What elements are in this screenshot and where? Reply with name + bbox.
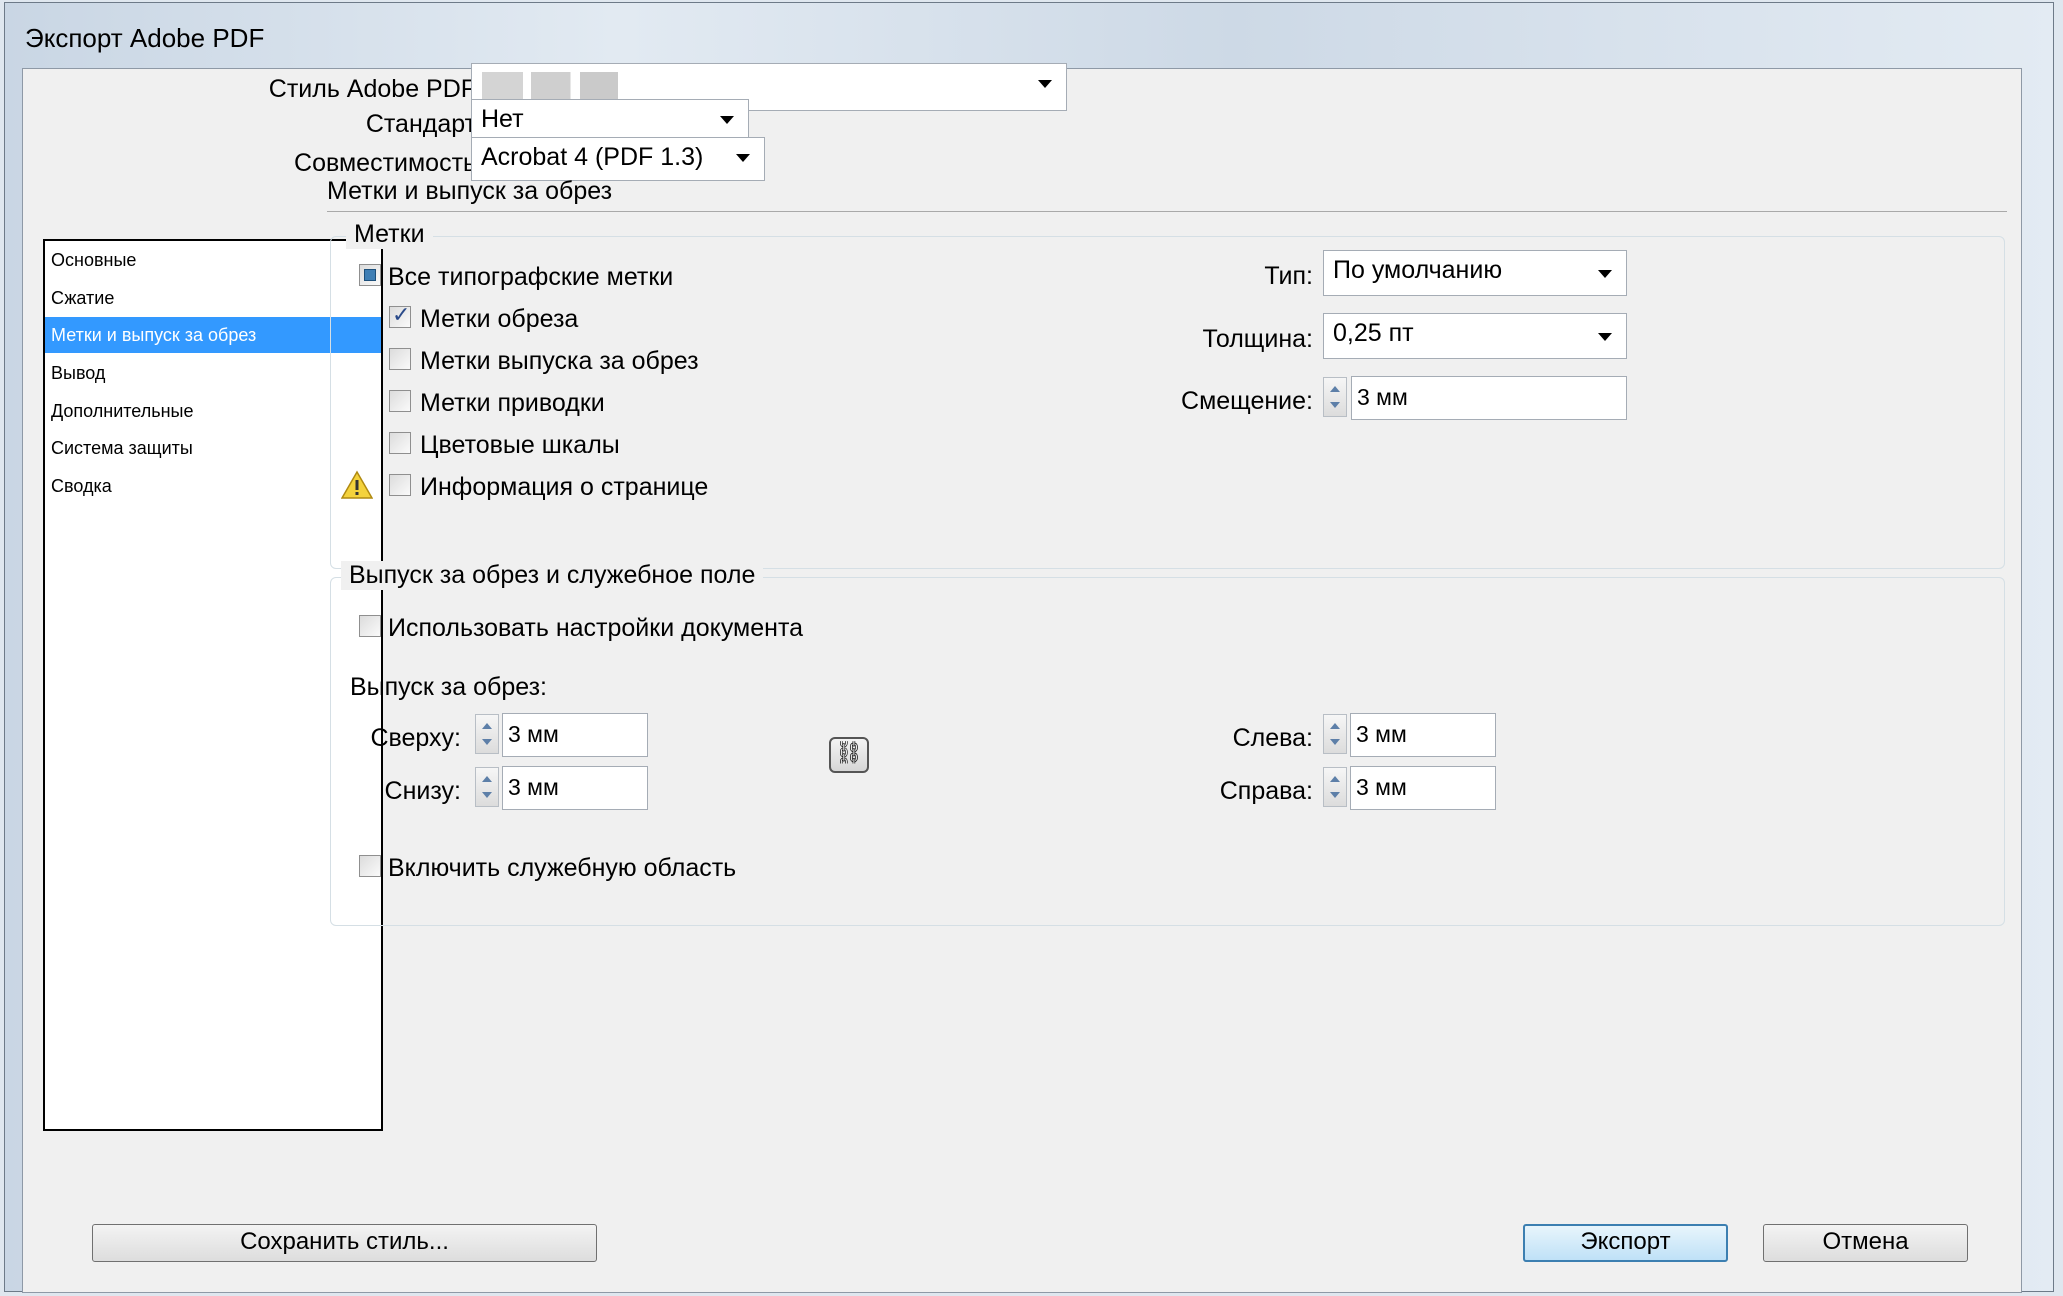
- top-input[interactable]: 3 мм: [502, 713, 648, 757]
- weight-label: Толщина:: [1202, 325, 1313, 353]
- chevron-down-icon: [1598, 270, 1612, 278]
- registration-marks-label: Метки приводки: [420, 389, 605, 417]
- chevron-down-icon: [736, 154, 750, 162]
- type-label: Тип:: [1264, 262, 1313, 290]
- left-input[interactable]: 3 мм: [1350, 713, 1496, 757]
- bottom-stepper[interactable]: [475, 767, 499, 807]
- window-title: Экспорт Adobe PDF: [25, 23, 265, 53]
- save-style-button[interactable]: Сохранить стиль...: [92, 1224, 597, 1262]
- dialog-window: Экспорт Adobe PDF Стиль Adobe PDF: Станд…: [4, 2, 2054, 1293]
- right-input[interactable]: 3 мм: [1350, 766, 1496, 810]
- arrow-down-icon: [1330, 792, 1340, 798]
- section-title: Метки и выпуск за обрез: [327, 177, 613, 205]
- section-divider: [327, 211, 2007, 212]
- type-value: По умолчанию: [1333, 256, 1503, 284]
- include-slug-checkbox[interactable]: [359, 855, 381, 877]
- bleed-label: Выпуск за обрез:: [350, 673, 547, 701]
- style-value-redacted: [482, 72, 618, 102]
- registration-marks-checkbox[interactable]: [389, 390, 411, 412]
- style-label: Стиль Adobe PDF:: [268, 75, 483, 103]
- right-label: Справа:: [1219, 777, 1313, 805]
- right-stepper[interactable]: [1323, 767, 1347, 807]
- export-button[interactable]: Экспорт: [1523, 1224, 1728, 1262]
- use-doc-settings-label: Использовать настройки документа: [388, 614, 804, 642]
- all-marks-checkbox[interactable]: [359, 264, 381, 286]
- arrow-up-icon: [482, 776, 492, 782]
- standard-label: Стандарт:: [365, 110, 483, 138]
- arrow-up-icon: [482, 723, 492, 729]
- offset-label: Смещение:: [1181, 387, 1313, 415]
- offset-stepper[interactable]: [1323, 377, 1347, 417]
- left-label: Слева:: [1232, 724, 1313, 752]
- offset-input[interactable]: 3 мм: [1351, 376, 1627, 420]
- compat-value: Acrobat 4 (PDF 1.3): [481, 143, 704, 171]
- use-doc-settings-checkbox[interactable]: [359, 615, 381, 637]
- arrow-up-icon: [1330, 386, 1340, 392]
- top-stepper[interactable]: [475, 714, 499, 754]
- bottom-label: Снизу:: [384, 777, 461, 805]
- type-dropdown[interactable]: По умолчанию: [1323, 250, 1627, 296]
- arrow-up-icon: [1330, 723, 1340, 729]
- left-stepper[interactable]: [1323, 714, 1347, 754]
- sidebar-item-label: Сводка: [51, 476, 112, 496]
- all-marks-label: Все типографские метки: [388, 263, 674, 291]
- arrow-down-icon: [482, 792, 492, 798]
- weight-value: 0,25 пт: [1333, 319, 1414, 347]
- chain-link-icon[interactable]: ⛓: [829, 737, 869, 773]
- crop-marks-checkbox[interactable]: [389, 303, 411, 328]
- chevron-down-icon: [1598, 333, 1612, 341]
- weight-dropdown[interactable]: 0,25 пт: [1323, 313, 1627, 359]
- bleed-marks-checkbox[interactable]: [389, 348, 411, 370]
- bleed-marks-label: Метки выпуска за обрез: [420, 347, 699, 375]
- bottom-input[interactable]: 3 мм: [502, 766, 648, 810]
- standard-dropdown[interactable]: Нет: [471, 99, 749, 141]
- arrow-down-icon: [1330, 402, 1340, 408]
- chevron-down-icon: [720, 116, 734, 124]
- crop-marks-label: Метки обреза: [420, 305, 579, 333]
- arrow-up-icon: [1330, 776, 1340, 782]
- standard-value: Нет: [481, 105, 524, 133]
- cancel-button[interactable]: Отмена: [1763, 1224, 1968, 1262]
- marks-legend: Метки: [346, 220, 433, 249]
- dialog-client-area: Стиль Adobe PDF: Стандарт: Нет Совместим…: [22, 63, 2022, 1293]
- color-bars-label: Цветовые шкалы: [420, 431, 620, 459]
- compat-label: Совместимость:: [294, 149, 483, 177]
- bleed-legend: Выпуск за обрез и служебное поле: [341, 561, 764, 590]
- top-label: Сверху:: [370, 724, 461, 752]
- page-info-checkbox[interactable]: [389, 474, 411, 496]
- chevron-down-icon: [1038, 80, 1052, 88]
- color-bars-checkbox[interactable]: [389, 432, 411, 454]
- arrow-down-icon: [482, 739, 492, 745]
- compat-dropdown[interactable]: Acrobat 4 (PDF 1.3): [471, 137, 765, 181]
- arrow-down-icon: [1330, 739, 1340, 745]
- include-slug-label: Включить служебную область: [388, 854, 737, 882]
- page-info-label: Информация о странице: [420, 473, 709, 501]
